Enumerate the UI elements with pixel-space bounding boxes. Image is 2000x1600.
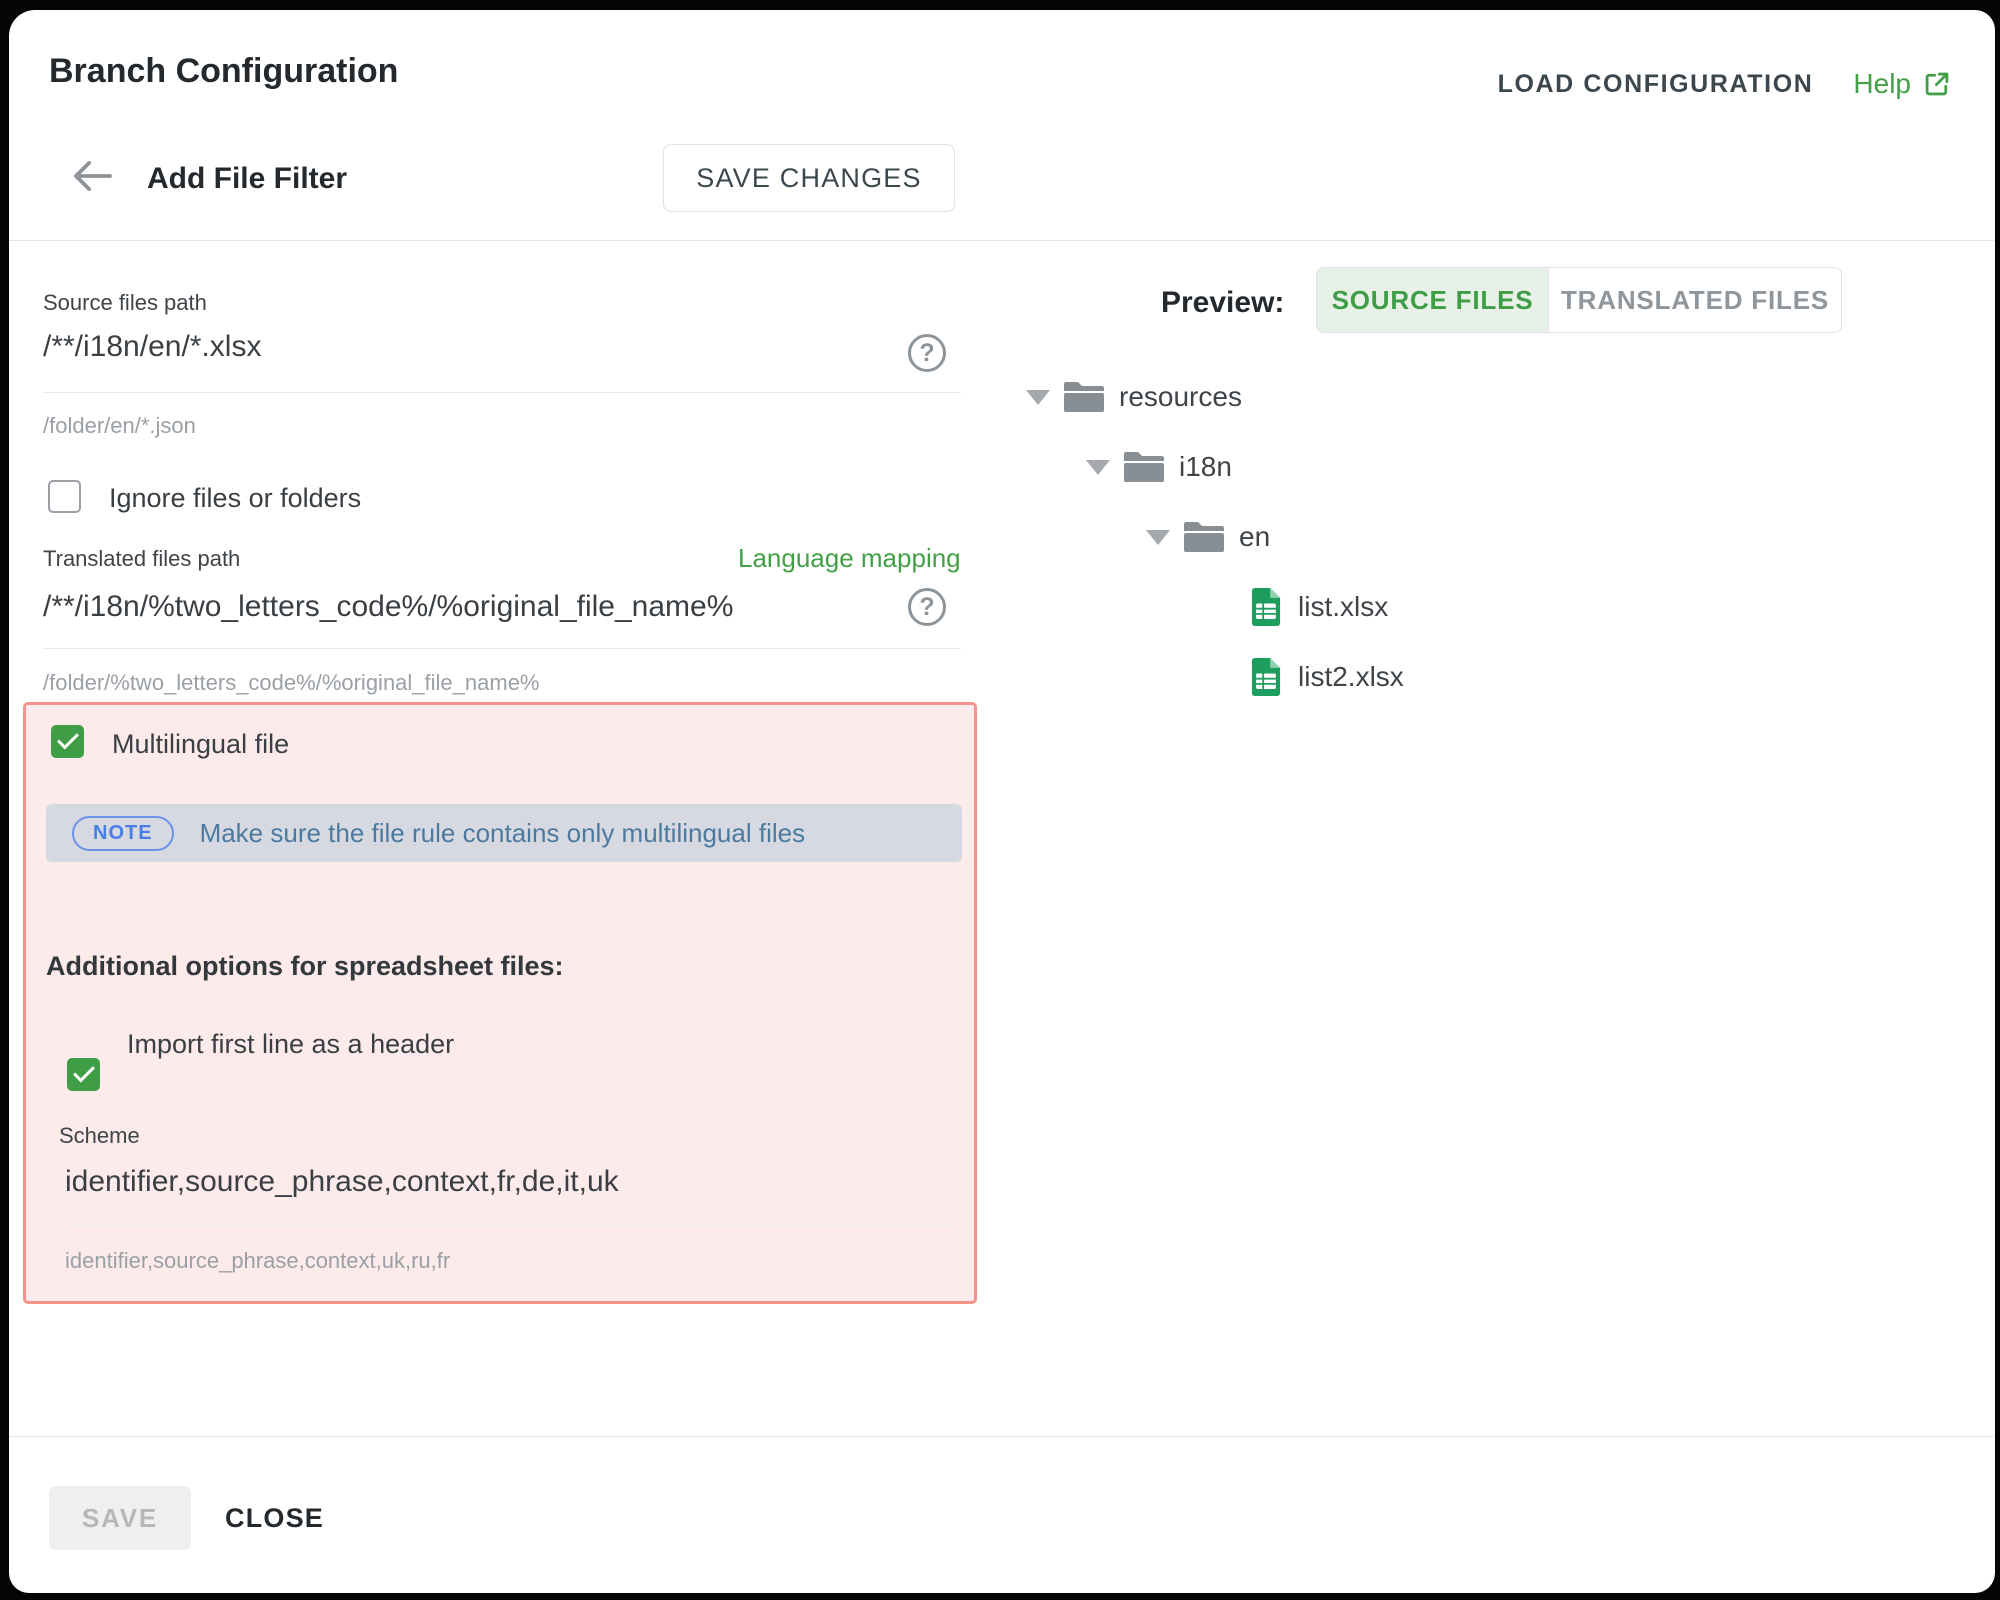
tree-label: resources [1119,381,1242,413]
external-link-icon [1923,70,1951,98]
tree-row-list2-xlsx[interactable]: list2.xlsx [1249,652,1404,702]
tree-label: i18n [1179,451,1232,483]
multilingual-highlight-box: Multilingual file NOTE Make sure the fil… [23,702,977,1304]
caret-down-icon[interactable] [1026,390,1050,405]
close-button[interactable]: CLOSE [225,1503,324,1534]
header-divider [9,240,1995,241]
caret-down-icon[interactable] [1146,530,1170,545]
scheme-input-underline [65,1225,959,1226]
back-arrow-button[interactable] [69,158,115,194]
tree-row-resources[interactable]: resources [1026,372,1242,422]
scheme-label: Scheme [59,1123,140,1149]
source-files-path-input[interactable] [43,330,883,364]
source-files-path-label: Source files path [43,290,207,316]
tree-row-en[interactable]: en [1146,512,1270,562]
source-input-underline [43,392,961,393]
save-changes-button[interactable]: SAVE CHANGES [663,144,955,212]
tree-row-list-xlsx[interactable]: list.xlsx [1249,582,1388,632]
caret-down-icon[interactable] [1086,460,1110,475]
tree-label: list.xlsx [1298,591,1388,623]
scheme-input[interactable] [65,1165,945,1199]
import-first-line-label: Import first line as a header [127,1029,454,1060]
folder-icon [1124,451,1164,483]
tab-translated-files[interactable]: TRANSLATED FILES [1548,268,1841,332]
ignore-files-label: Ignore files or folders [109,483,361,514]
save-button[interactable]: SAVE [49,1486,191,1550]
multilingual-file-checkbox[interactable] [51,725,84,758]
help-link-label: Help [1853,68,1911,100]
source-path-help-icon[interactable]: ? [908,334,946,372]
translated-path-help-icon[interactable]: ? [908,588,946,626]
spreadsheet-file-icon [1249,588,1283,626]
translated-input-underline [43,648,961,649]
multilingual-file-label: Multilingual file [112,729,289,760]
preview-toggle: SOURCE FILES TRANSLATED FILES [1316,267,1842,333]
tree-label: en [1239,521,1270,553]
note-banner: NOTE Make sure the file rule contains on… [46,804,962,862]
load-configuration-button[interactable]: LOAD CONFIGURATION [1498,70,1814,99]
tree-row-i18n[interactable]: i18n [1086,442,1232,492]
branch-configuration-dialog: Branch Configuration LOAD CONFIGURATION … [9,10,1995,1593]
tree-label: list2.xlsx [1298,661,1404,693]
import-first-line-checkbox[interactable] [67,1058,100,1091]
translated-files-path-input[interactable] [43,590,883,624]
screen: Branch Configuration LOAD CONFIGURATION … [0,0,2000,1600]
tab-source-files[interactable]: SOURCE FILES [1317,268,1548,332]
subpage-title: Add File Filter [147,162,347,196]
help-link[interactable]: Help [1853,68,1951,100]
folder-icon [1184,521,1224,553]
header-actions: LOAD CONFIGURATION Help [1498,68,1951,100]
spreadsheet-file-icon [1249,658,1283,696]
folder-icon [1064,381,1104,413]
language-mapping-link[interactable]: Language mapping [738,543,961,574]
note-text: Make sure the file rule contains only mu… [200,818,806,849]
ignore-files-checkbox[interactable] [48,480,81,513]
spreadsheet-options-heading: Additional options for spreadsheet files… [46,951,564,982]
translated-files-path-hint: /folder/%two_letters_code%/%original_fil… [43,670,540,696]
translated-files-path-label: Translated files path [43,546,240,572]
note-badge: NOTE [72,816,174,851]
footer-divider [9,1436,1995,1437]
source-files-path-hint: /folder/en/*.json [43,413,196,439]
scheme-hint: identifier,source_phrase,context,uk,ru,f… [65,1248,450,1274]
page-title: Branch Configuration [49,52,398,91]
preview-label: Preview: [1161,286,1284,320]
